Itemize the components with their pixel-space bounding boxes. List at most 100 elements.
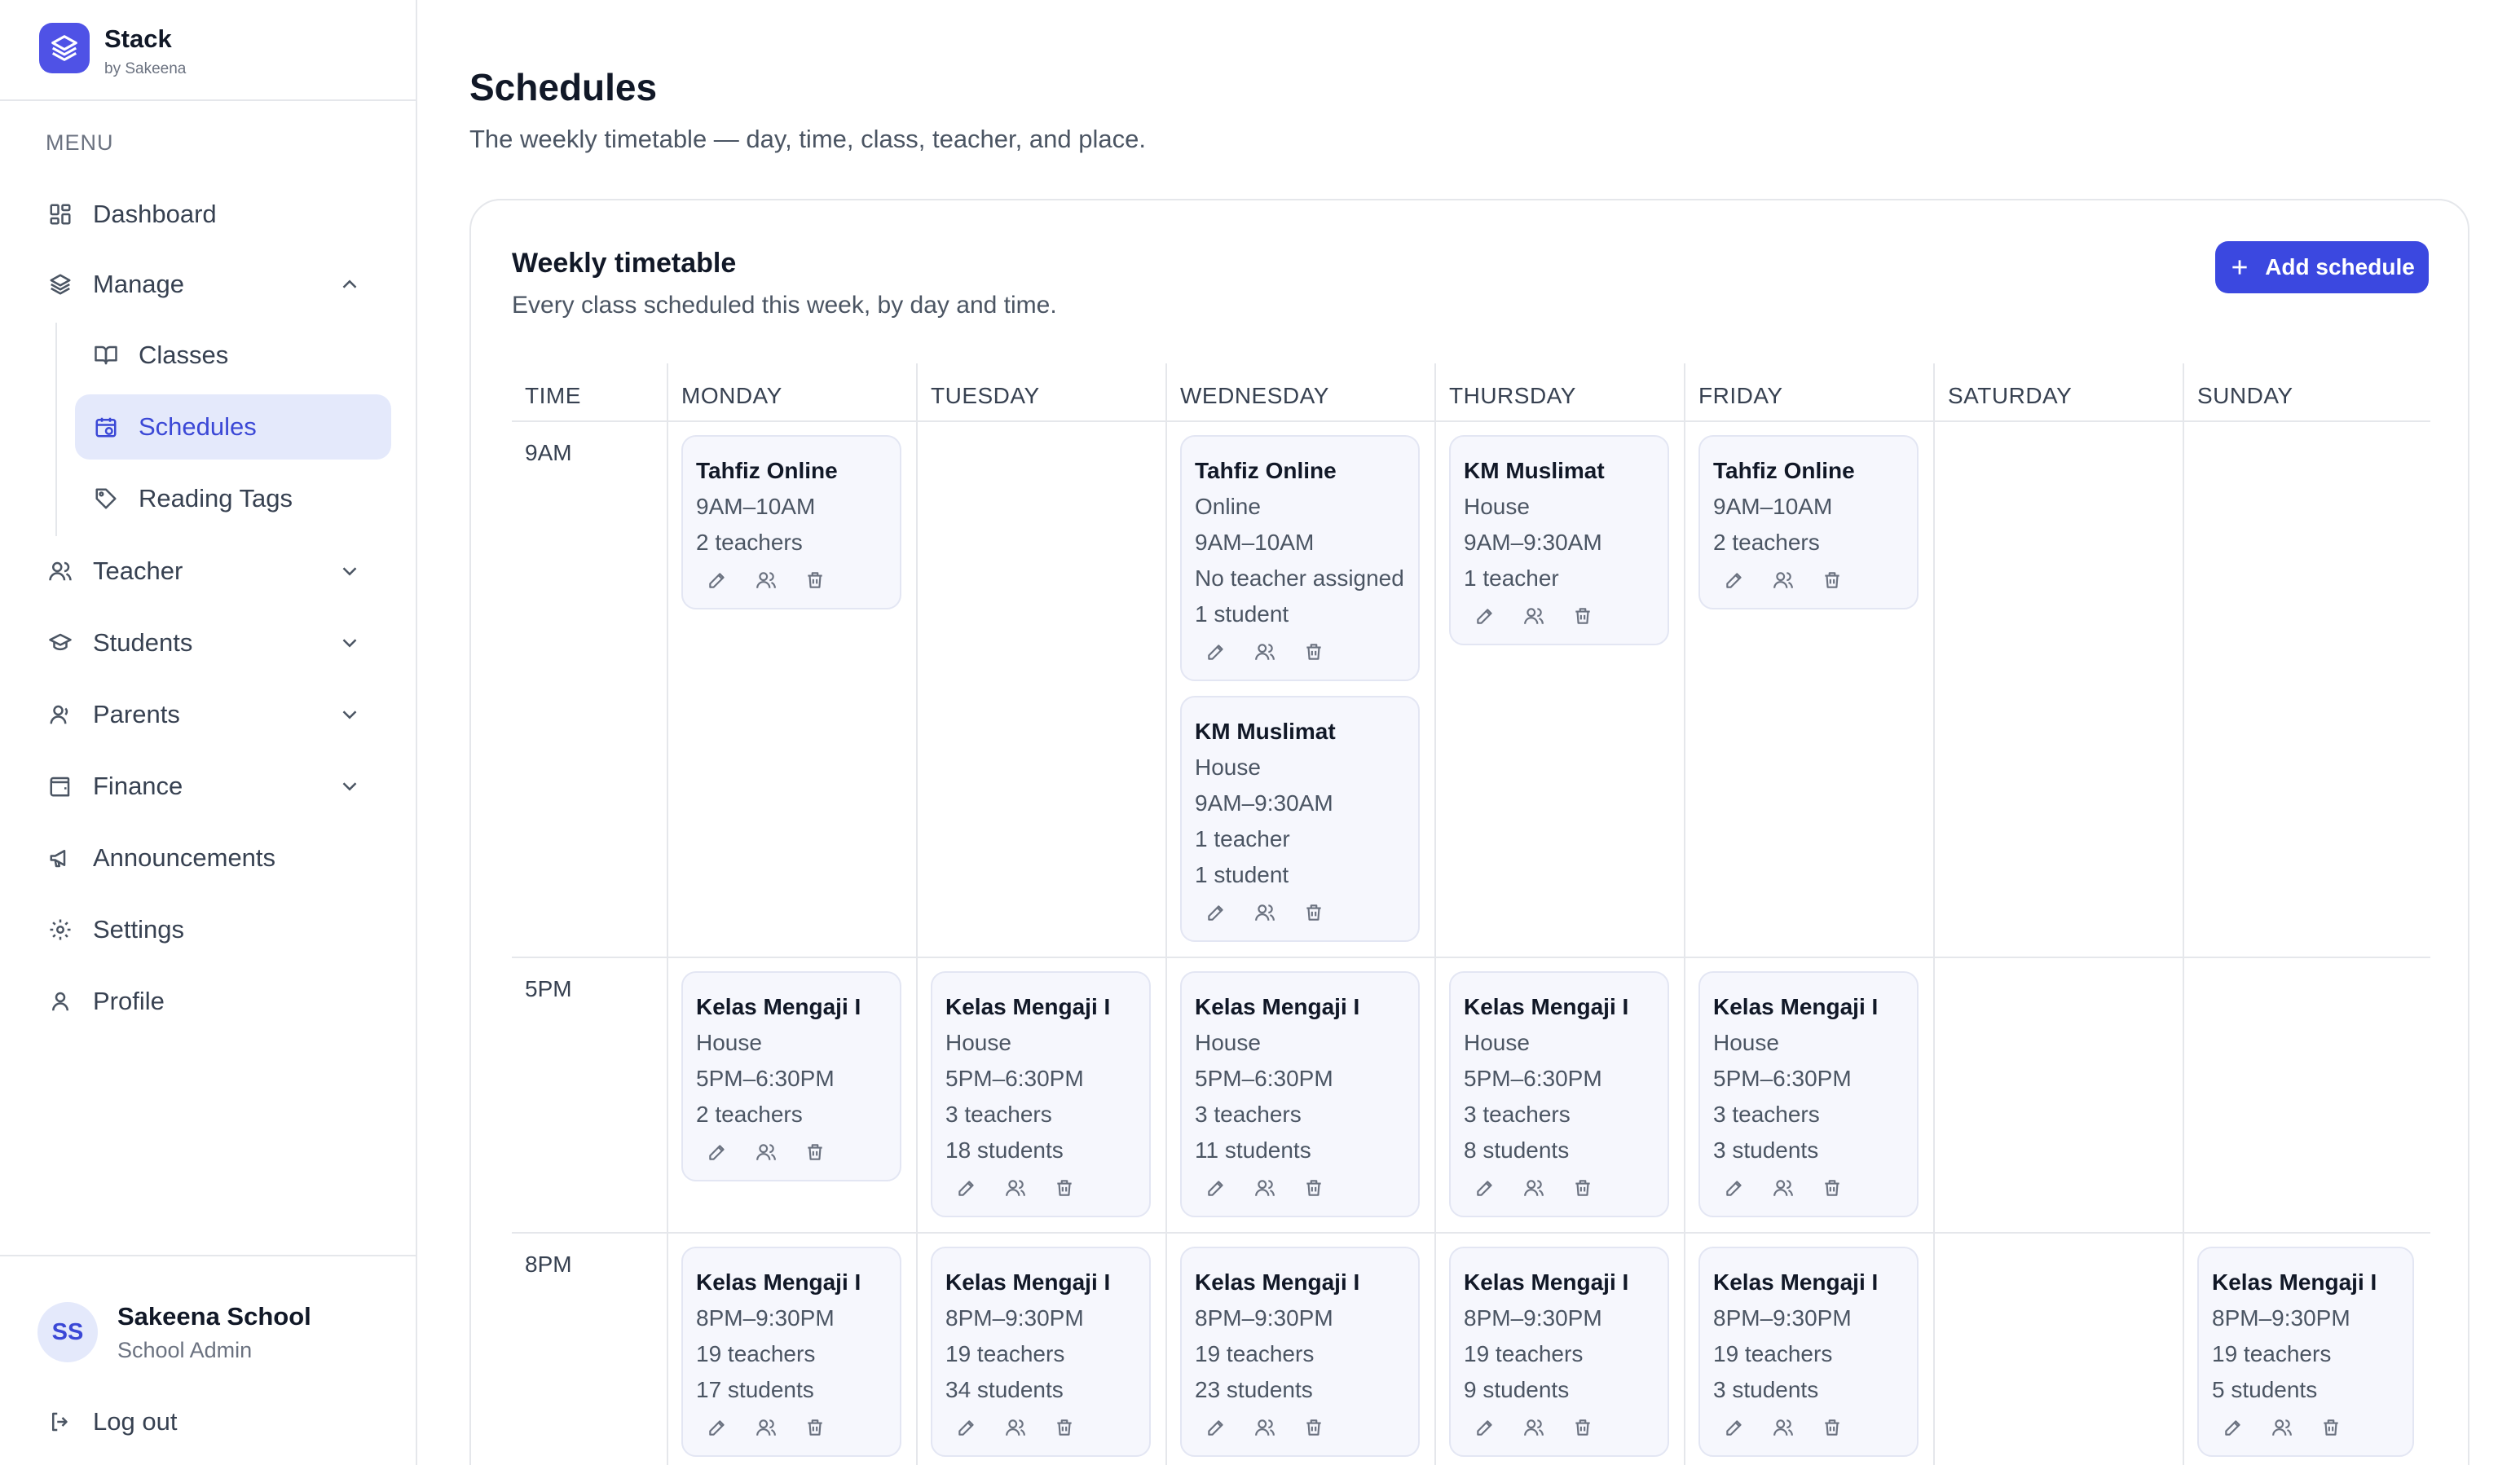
edit-icon[interactable] bbox=[1721, 567, 1747, 593]
users-icon[interactable] bbox=[1521, 1414, 1547, 1441]
schedule-detail: 19 teachers bbox=[696, 1341, 816, 1366]
chevron-up-icon[interactable] bbox=[337, 272, 362, 297]
schedule-card[interactable]: Tahfiz Online 9AM–10AM 2 teachers bbox=[1698, 435, 1919, 609]
sidebar-item-teacher[interactable]: Teacher bbox=[36, 539, 386, 603]
users-icon[interactable] bbox=[2269, 1414, 2295, 1441]
avatar[interactable]: SS bbox=[37, 1302, 98, 1362]
users-icon[interactable] bbox=[1002, 1414, 1029, 1441]
timetable-header: TIME MONDAY TUESDAY WEDNESDAY THURSDAY FRIDAY… bbox=[512, 363, 2430, 422]
users-icon[interactable] bbox=[753, 567, 779, 593]
edit-icon[interactable] bbox=[1203, 1414, 1229, 1441]
add-schedule-button[interactable]: Add schedule bbox=[2215, 241, 2429, 293]
chevron-down-icon[interactable] bbox=[337, 631, 362, 655]
sidebar-item-finance[interactable]: Finance bbox=[36, 754, 386, 818]
edit-icon[interactable] bbox=[1721, 1175, 1747, 1201]
trash-icon[interactable] bbox=[802, 1414, 828, 1441]
users-icon[interactable] bbox=[1770, 1175, 1796, 1201]
trash-icon[interactable] bbox=[1301, 1175, 1327, 1201]
edit-icon[interactable] bbox=[1203, 1175, 1229, 1201]
edit-icon[interactable] bbox=[1472, 1414, 1498, 1441]
users-icon[interactable] bbox=[1252, 639, 1278, 665]
trash-icon[interactable] bbox=[1570, 603, 1596, 629]
users-icon[interactable] bbox=[1521, 1175, 1547, 1201]
schedule-card[interactable]: Kelas Mengaji I 8PM–9:30PM 19 teachers 17 s… bbox=[681, 1247, 901, 1457]
sidebar-item-parents[interactable]: Parents bbox=[36, 683, 386, 746]
sidebar-item-schedules[interactable]: Schedules bbox=[75, 394, 391, 460]
trash-icon[interactable] bbox=[1819, 1175, 1845, 1201]
trash-icon[interactable] bbox=[1570, 1175, 1596, 1201]
trash-icon[interactable] bbox=[1819, 1414, 1845, 1441]
users-icon[interactable] bbox=[1770, 567, 1796, 593]
schedule-detail: 9AM–10AM bbox=[696, 494, 816, 519]
sidebar-item-profile[interactable]: Profile bbox=[36, 970, 386, 1033]
users-icon[interactable] bbox=[1521, 603, 1547, 629]
users-icon[interactable] bbox=[1252, 900, 1278, 926]
chevron-down-icon[interactable] bbox=[337, 559, 362, 583]
users-icon[interactable] bbox=[1002, 1175, 1029, 1201]
edit-icon[interactable] bbox=[704, 1139, 730, 1165]
trash-icon[interactable] bbox=[802, 567, 828, 593]
column-header-friday: FRIDAY bbox=[1698, 383, 1783, 408]
column-header-thursday: THURSDAY bbox=[1449, 383, 1576, 408]
schedule-card[interactable]: Kelas Mengaji I House 5PM–6:30PM 3 teachers… bbox=[1449, 971, 1669, 1217]
sidebar-item-label: Manage bbox=[93, 270, 185, 298]
sidebar-item-manage[interactable]: Manage bbox=[36, 253, 386, 316]
schedule-card[interactable]: Kelas Mengaji I House 5PM–6:30PM 3 teachers… bbox=[1180, 971, 1420, 1217]
schedule-actions bbox=[1464, 1414, 1654, 1441]
users-icon[interactable] bbox=[1252, 1175, 1278, 1201]
sidebar-item-label: Announcements bbox=[93, 843, 276, 872]
edit-icon[interactable] bbox=[954, 1175, 980, 1201]
edit-icon[interactable] bbox=[1203, 900, 1229, 926]
edit-icon[interactable] bbox=[704, 1414, 730, 1441]
edit-icon[interactable] bbox=[1721, 1414, 1747, 1441]
trash-icon[interactable] bbox=[1819, 567, 1845, 593]
trash-icon[interactable] bbox=[1051, 1414, 1077, 1441]
schedule-card[interactable]: Kelas Mengaji I 8PM–9:30PM 19 teachers 3 st… bbox=[1698, 1247, 1919, 1457]
users-icon[interactable] bbox=[753, 1139, 779, 1165]
sidebar-item-classes[interactable]: Classes bbox=[75, 323, 391, 388]
trash-icon[interactable] bbox=[2318, 1414, 2344, 1441]
users-icon[interactable] bbox=[1770, 1414, 1796, 1441]
sidebar-item-settings[interactable]: Settings bbox=[36, 898, 386, 961]
schedule-detail: 9AM–9:30AM bbox=[1195, 790, 1333, 816]
trash-icon[interactable] bbox=[1301, 639, 1327, 665]
trash-icon[interactable] bbox=[1301, 1414, 1327, 1441]
schedule-card[interactable]: Kelas Mengaji I House 5PM–6:30PM 2 teachers bbox=[681, 971, 901, 1181]
schedule-class-name: Tahfiz Online bbox=[696, 458, 838, 483]
schedule-card[interactable]: Kelas Mengaji I 8PM–9:30PM 19 teachers 23 s… bbox=[1180, 1247, 1420, 1457]
logout-button[interactable]: Log out bbox=[36, 1393, 386, 1450]
chevron-down-icon[interactable] bbox=[337, 774, 362, 798]
schedule-detail: House bbox=[1195, 1030, 1261, 1055]
schedule-card[interactable]: Kelas Mengaji I House 5PM–6:30PM 3 teachers… bbox=[931, 971, 1151, 1217]
schedule-card[interactable]: Kelas Mengaji I 8PM–9:30PM 19 teachers 5 st… bbox=[2197, 1247, 2414, 1457]
sidebar-item-label: Profile bbox=[93, 987, 165, 1015]
trash-icon[interactable] bbox=[1051, 1175, 1077, 1201]
schedule-card[interactable]: Tahfiz Online Online 9AM–10AM No teacher as… bbox=[1180, 435, 1420, 681]
schedule-card[interactable]: Kelas Mengaji I House 5PM–6:30PM 3 teachers… bbox=[1698, 971, 1919, 1217]
edit-icon[interactable] bbox=[1472, 1175, 1498, 1201]
schedule-detail: House bbox=[1195, 754, 1261, 780]
trash-icon[interactable] bbox=[802, 1139, 828, 1165]
schedule-card[interactable]: KM Muslimat House 9AM–9:30AM 1 teacher 1 stu… bbox=[1180, 696, 1420, 942]
users-icon[interactable] bbox=[753, 1414, 779, 1441]
schedule-detail: House bbox=[945, 1030, 1011, 1055]
row-divider bbox=[512, 957, 2430, 958]
edit-icon[interactable] bbox=[1472, 603, 1498, 629]
sidebar-item-reading-tags[interactable]: Reading Tags bbox=[75, 466, 391, 531]
column-divider bbox=[1684, 363, 1685, 1465]
schedule-card[interactable]: KM Muslimat House 9AM–9:30AM 1 teacher bbox=[1449, 435, 1669, 645]
sidebar-item-announcements[interactable]: Announcements bbox=[36, 826, 386, 890]
edit-icon[interactable] bbox=[2220, 1414, 2246, 1441]
edit-icon[interactable] bbox=[954, 1414, 980, 1441]
trash-icon[interactable] bbox=[1570, 1414, 1596, 1441]
sidebar-item-students[interactable]: Students bbox=[36, 611, 386, 675]
schedule-card[interactable]: Kelas Mengaji I 8PM–9:30PM 19 teachers 34 s… bbox=[931, 1247, 1151, 1457]
trash-icon[interactable] bbox=[1301, 900, 1327, 926]
sidebar-item-dashboard[interactable]: Dashboard bbox=[36, 183, 386, 246]
edit-icon[interactable] bbox=[704, 567, 730, 593]
schedule-card[interactable]: Kelas Mengaji I 8PM–9:30PM 19 teachers 9 st… bbox=[1449, 1247, 1669, 1457]
edit-icon[interactable] bbox=[1203, 639, 1229, 665]
users-icon[interactable] bbox=[1252, 1414, 1278, 1441]
schedule-card[interactable]: Tahfiz Online 9AM–10AM 2 teachers bbox=[681, 435, 901, 609]
chevron-down-icon[interactable] bbox=[337, 702, 362, 727]
